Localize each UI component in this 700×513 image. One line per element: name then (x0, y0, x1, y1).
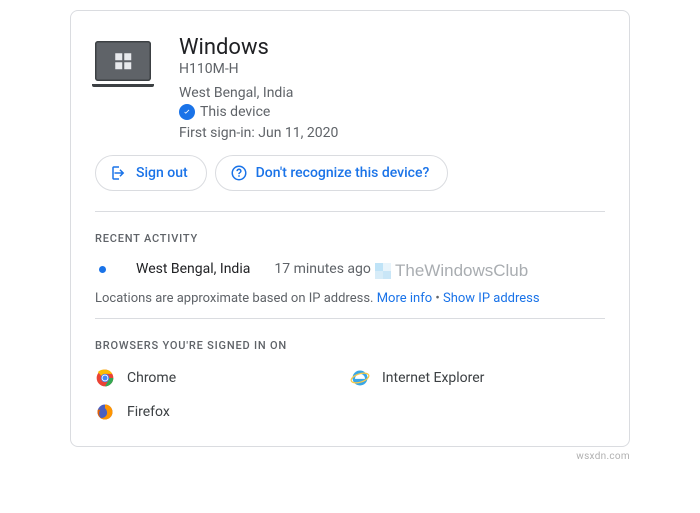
check-icon (179, 104, 195, 120)
chrome-icon (95, 368, 115, 388)
firefox-icon (95, 402, 115, 422)
dont-recognize-button[interactable]: Don't recognize this device? (215, 155, 449, 191)
recent-activity-section: Recent Activity TheWindowsClub West Beng… (95, 211, 605, 318)
browser-item: Firefox (95, 402, 350, 422)
browser-name: Internet Explorer (382, 370, 484, 386)
device-header: Windows H110M-H West Bengal, India This … (95, 35, 605, 141)
device-model: H110M-H (179, 61, 338, 77)
recent-heading: Recent Activity (95, 232, 605, 245)
browsers-section: Browsers you're signed in on Chrome Inte… (95, 318, 605, 426)
activity-row: West Bengal, India 17 minutes ago (95, 261, 605, 277)
attribution: wsxdn.com (70, 451, 630, 462)
activity-time: 17 minutes ago (274, 261, 371, 277)
disclaimer-text: Locations are approximate based on IP ad… (95, 291, 373, 306)
windows-pc-icon (95, 41, 151, 81)
browser-name: Firefox (127, 404, 170, 420)
first-signin: First sign-in: Jun 11, 2020 (179, 125, 338, 141)
more-info-link[interactable]: More info (377, 291, 432, 306)
browser-name: Chrome (127, 370, 176, 386)
sign-out-icon (110, 164, 128, 182)
activity-dot-icon (99, 266, 106, 273)
device-location: West Bengal, India (179, 85, 338, 101)
sign-out-button[interactable]: Sign out (95, 155, 207, 191)
disclaimer-row: Locations are approximate based on IP ad… (95, 291, 605, 306)
device-card: Windows H110M-H West Bengal, India This … (70, 10, 630, 447)
browsers-heading: Browsers you're signed in on (95, 339, 605, 352)
browser-item: Chrome (95, 368, 350, 388)
this-device-label: This device (200, 104, 270, 120)
device-info: Windows H110M-H West Bengal, India This … (179, 35, 338, 141)
ie-icon (350, 368, 370, 388)
sign-out-label: Sign out (136, 165, 188, 181)
this-device-badge: This device (179, 104, 338, 120)
browser-item: Internet Explorer (350, 368, 605, 388)
show-ip-link[interactable]: Show IP address (443, 291, 540, 306)
button-row: Sign out Don't recognize this device? (95, 155, 605, 191)
activity-location: West Bengal, India (136, 261, 250, 277)
device-os: Windows (179, 35, 338, 60)
help-icon (230, 164, 248, 182)
dont-recognize-label: Don't recognize this device? (256, 165, 430, 181)
